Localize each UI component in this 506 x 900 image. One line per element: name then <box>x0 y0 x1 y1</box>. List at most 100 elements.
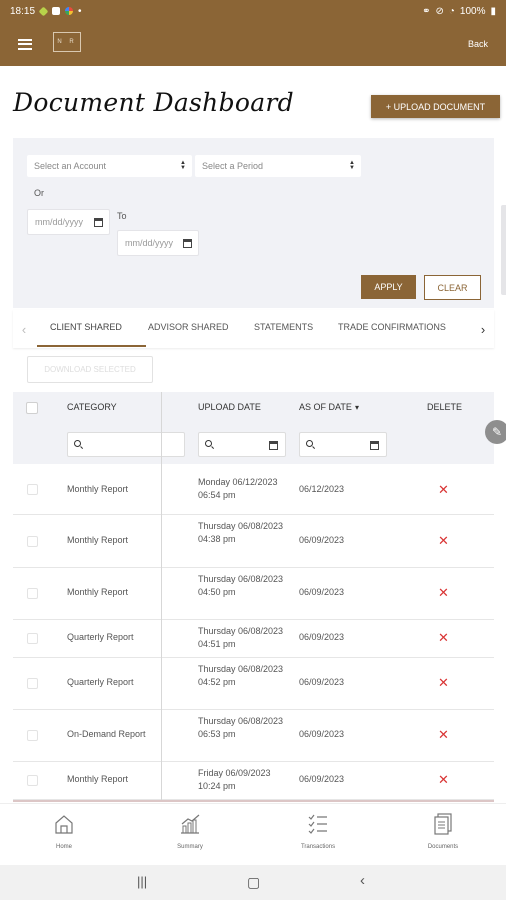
row-upload-date: Thursday 06/08/2023 04:50 pm <box>198 574 284 597</box>
column-header-as-of-date[interactable]: AS OF DATE <box>299 402 352 412</box>
row-checkbox[interactable] <box>27 775 38 786</box>
nav-transactions[interactable]: Transactions <box>278 812 358 850</box>
bottom-navigation: Home Summary Transactions Documents <box>0 803 506 865</box>
nav-home-label: Home <box>55 844 72 850</box>
table-row[interactable]: Monthly Report Thursday 06/08/2023 04:38… <box>13 515 494 568</box>
nav-transactions-label: Transactions <box>300 844 336 850</box>
row-as-of-date: 06/09/2023 <box>299 677 345 687</box>
search-icon <box>205 440 212 447</box>
row-as-of-date: 06/09/2023 <box>299 535 345 545</box>
table-row[interactable]: Monthly Report Monday 06/12/2023 06:54 p… <box>13 464 494 515</box>
back-button[interactable]: Back <box>468 39 488 49</box>
to-date-input[interactable]: mm/dd/yyyy <box>117 230 199 256</box>
home-icon <box>55 815 73 834</box>
select-all-checkbox[interactable] <box>26 402 38 414</box>
apply-button[interactable]: APPLY <box>361 275 416 299</box>
nav-summary-label: Summary <box>177 844 203 850</box>
from-date-input[interactable]: mm/dd/yyyy <box>27 209 110 235</box>
column-header-upload-date[interactable]: UPLOAD DATE <box>198 402 261 412</box>
menu-icon[interactable] <box>18 38 32 50</box>
delete-icon[interactable]: ✕ <box>438 772 449 788</box>
wifi-icon: ◔ <box>448 5 455 17</box>
select-arrows-icon: ▲ ▼ <box>180 160 186 171</box>
calendar-icon[interactable] <box>269 441 278 450</box>
delete-icon[interactable]: ✕ <box>438 585 449 601</box>
column-header-delete: DELETE <box>427 402 463 412</box>
row-as-of-date: 06/12/2023 <box>299 484 345 494</box>
table-row[interactable]: Monthly Report Friday 06/09/2023 10:24 p… <box>13 762 494 800</box>
row-checkbox[interactable] <box>27 678 38 689</box>
calendar-icon[interactable] <box>370 441 379 450</box>
edit-pencil-icon[interactable]: ✎ <box>485 420 506 444</box>
table-row[interactable]: Monthly Report Thursday 06/08/2023 04:50… <box>13 568 494 620</box>
brand-logo[interactable]: N R <box>53 32 81 52</box>
mute-icon: ⊘ <box>435 5 444 17</box>
period-select[interactable]: Select a Period ▲ ▼ <box>195 155 361 177</box>
to-label: To <box>117 211 127 221</box>
row-checkbox[interactable] <box>27 730 38 741</box>
account-select[interactable]: Select an Account ▲ ▼ <box>27 155 192 177</box>
delete-icon[interactable]: ✕ <box>438 533 449 549</box>
nav-documents[interactable]: Documents <box>403 812 483 850</box>
row-category: Quarterly Report <box>67 632 134 642</box>
row-checkbox[interactable] <box>27 633 38 644</box>
square-notification-icon <box>52 7 61 15</box>
or-label: Or <box>34 188 44 198</box>
side-drawer-handle[interactable] <box>501 205 506 295</box>
nav-summary[interactable]: Summary <box>150 812 230 850</box>
table-row[interactable]: Quarterly Report Thursday 06/08/2023 04:… <box>13 658 494 710</box>
tab-trade-confirmations[interactable]: TRADE CONFIRMATIONS <box>338 322 446 332</box>
sort-desc-icon[interactable]: ▾ <box>355 403 359 412</box>
download-selected-button[interactable]: DOWNLOAD SELECTED <box>27 356 153 383</box>
row-category: On-Demand Report <box>67 729 146 739</box>
status-time: 18:15 <box>10 5 36 17</box>
table-row[interactable]: On-Demand Report Thursday 06/08/2023 06:… <box>13 710 494 762</box>
delete-icon[interactable]: ✕ <box>438 727 449 743</box>
row-checkbox[interactable] <box>27 484 38 495</box>
document-tabs: ‹ CLIENT SHARED ADVISOR SHARED STATEMENT… <box>13 310 494 348</box>
tab-client-shared[interactable]: CLIENT SHARED <box>50 322 122 332</box>
search-icon <box>306 440 313 447</box>
tab-statements[interactable]: STATEMENTS <box>254 322 313 332</box>
tabs-scroll-right-icon[interactable]: › <box>472 310 494 348</box>
row-category: Monthly Report <box>67 535 129 545</box>
active-tab-indicator <box>37 345 146 347</box>
link-icon: ⚭ <box>422 5 431 17</box>
back-nav-icon[interactable]: ‹ <box>360 872 365 889</box>
column-header-category[interactable]: CATEGORY <box>67 402 117 412</box>
clear-button[interactable]: CLEAR <box>424 275 481 300</box>
as-of-date-filter-input[interactable] <box>299 432 387 457</box>
more-notifications-icon: • <box>78 5 82 17</box>
delete-icon[interactable]: ✕ <box>438 630 449 646</box>
calendar-icon[interactable] <box>94 218 103 227</box>
documents-table: CATEGORY UPLOAD DATE AS OF DATE ▾ DELETE… <box>13 392 494 800</box>
category-filter-input[interactable] <box>67 432 185 457</box>
delete-icon[interactable]: ✕ <box>438 482 449 498</box>
row-upload-date: Friday 06/09/2023 10:24 pm <box>198 768 271 791</box>
tab-advisor-shared[interactable]: ADVISOR SHARED <box>148 322 229 332</box>
row-upload-date: Monday 06/12/2023 06:54 pm <box>198 477 278 500</box>
tabs-scroll-left-icon[interactable]: ‹ <box>13 310 35 348</box>
table-bottom-border <box>13 800 494 802</box>
row-checkbox[interactable] <box>27 588 38 599</box>
app-notification-icon <box>38 6 49 16</box>
table-row[interactable]: Quarterly Report Thursday 06/08/2023 04:… <box>13 620 494 658</box>
upload-date-filter-input[interactable] <box>198 432 286 457</box>
search-icon <box>74 440 81 447</box>
home-button-icon[interactable]: ▢ <box>247 874 260 891</box>
table-header: CATEGORY UPLOAD DATE AS OF DATE ▾ DELETE <box>13 392 494 426</box>
row-checkbox[interactable] <box>27 536 38 547</box>
row-category: Quarterly Report <box>67 677 134 687</box>
delete-icon[interactable]: ✕ <box>438 675 449 691</box>
nav-documents-label: Documents <box>427 844 459 850</box>
recent-apps-icon[interactable]: ||| <box>137 874 147 889</box>
battery-icon: ▮ <box>490 5 496 17</box>
row-category: Monthly Report <box>67 484 129 494</box>
upload-document-button[interactable]: + UPLOAD DOCUMENT <box>371 95 500 118</box>
documents-icon <box>434 813 452 835</box>
nav-home[interactable]: Home <box>24 812 104 850</box>
calendar-icon[interactable] <box>183 239 192 248</box>
row-upload-date: Thursday 06/08/2023 06:53 pm <box>198 716 284 739</box>
row-upload-date: Thursday 06/08/2023 04:38 pm <box>198 521 284 544</box>
status-bar: 18:15 • ⚭ ⊘ ◔ 100% ▮ <box>0 0 506 22</box>
